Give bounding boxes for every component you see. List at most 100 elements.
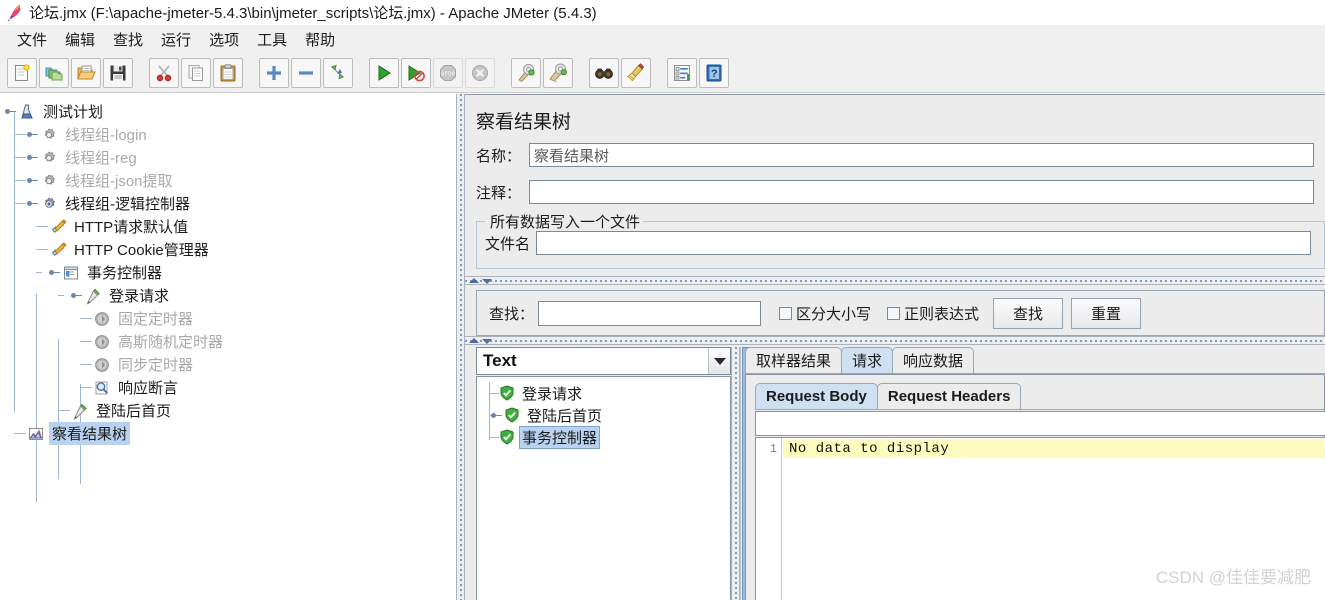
chevron-down-icon[interactable] xyxy=(482,279,492,284)
config-element-icon xyxy=(49,218,67,236)
lower-horizontal-splitter[interactable] xyxy=(465,336,1325,345)
tree-node-http-cookie-manager[interactable]: HTTP Cookie管理器 xyxy=(0,238,456,261)
case-sensitive-option[interactable]: 区分大小写 xyxy=(779,303,871,324)
menu-run[interactable]: 运行 xyxy=(152,27,200,52)
search-reset-icon[interactable] xyxy=(621,57,651,88)
save-icon[interactable] xyxy=(103,57,133,88)
tab-request[interactable]: 请求 xyxy=(841,347,894,373)
name-input[interactable] xyxy=(529,143,1315,167)
splitter-collapse-arrows[interactable] xyxy=(469,277,492,284)
subtab-request-body[interactable]: Request Body xyxy=(755,383,878,409)
result-node-transaction-controller[interactable]: 事务控制器 xyxy=(477,425,730,449)
search-icon[interactable] xyxy=(589,57,619,88)
tree-node-home-after-login[interactable]: 登陆后首页 xyxy=(0,399,456,422)
menu-bar: 文件 编辑 查找 运行 选项 工具 帮助 xyxy=(0,25,1325,53)
subtab-request-headers[interactable]: Request Headers xyxy=(876,383,1022,409)
splitter-collapse-arrows-2[interactable] xyxy=(469,337,492,344)
expand-handle[interactable] xyxy=(491,410,502,421)
tree-node-test-plan[interactable]: 测试计划 xyxy=(0,100,456,123)
expand-handle[interactable] xyxy=(27,198,38,209)
tab-sampler-result[interactable]: 取样器结果 xyxy=(745,347,843,373)
case-sensitive-checkbox[interactable] xyxy=(779,306,793,320)
open-icon[interactable] xyxy=(71,57,101,88)
reset-button[interactable]: 重置 xyxy=(1071,297,1142,329)
menu-file[interactable]: 文件 xyxy=(8,27,56,52)
renderer-selected-value: Text xyxy=(483,351,517,370)
tree-node-transaction-controller[interactable]: 事务控制器 xyxy=(0,261,456,284)
expand-handle[interactable] xyxy=(27,129,38,140)
tree-node-thread-group-logic[interactable]: 线程组-逻辑控制器 xyxy=(0,192,456,215)
code-line-text: No data to display xyxy=(789,440,950,457)
menu-edit[interactable]: 编辑 xyxy=(56,27,104,52)
search-input[interactable] xyxy=(538,300,762,326)
request-search-field[interactable] xyxy=(755,411,1325,436)
renderer-select[interactable]: Text xyxy=(476,347,731,375)
tree-node-login-request[interactable]: 登录请求 xyxy=(0,284,456,307)
line-number: 1 xyxy=(769,442,777,456)
tree-node-view-results-tree[interactable]: 察看结果树 xyxy=(0,422,456,445)
test-plan-tree[interactable]: 测试计划 线程组-login 线程组-reg 线程组-json提取 线程组-逻辑… xyxy=(0,94,456,502)
templates-icon[interactable] xyxy=(39,57,69,88)
copy-icon[interactable] xyxy=(181,57,211,88)
test-plan-tree-pane[interactable]: 测试计划 线程组-login 线程组-reg 线程组-json提取 线程组-逻辑… xyxy=(0,94,456,600)
menu-options[interactable]: 选项 xyxy=(200,27,248,52)
filename-input[interactable] xyxy=(536,231,1312,255)
paste-icon[interactable] xyxy=(213,57,243,88)
tree-node-gaussian-timer[interactable]: 高斯随机定时器 xyxy=(0,330,456,353)
tree-node-label: HTTP Cookie管理器 xyxy=(74,242,209,259)
expand-handle[interactable] xyxy=(71,290,82,301)
chevron-down-icon[interactable] xyxy=(708,348,730,374)
cut-icon[interactable] xyxy=(149,57,179,88)
expand-handle[interactable] xyxy=(5,106,16,117)
comment-input[interactable] xyxy=(529,180,1315,204)
new-icon[interactable] xyxy=(7,57,37,88)
tree-node-thread-group-reg[interactable]: 线程组-reg xyxy=(0,146,456,169)
result-node-label: 登录请求 xyxy=(522,385,583,403)
regex-checkbox[interactable] xyxy=(887,306,901,320)
find-button[interactable]: 查找 xyxy=(993,297,1064,329)
results-tree[interactable]: 登录请求 登陆后首页 事务控制器 xyxy=(476,376,731,600)
expand-handle[interactable] xyxy=(27,152,38,163)
success-icon xyxy=(499,385,515,401)
menu-search[interactable]: 查找 xyxy=(104,27,152,52)
expand-handle[interactable] xyxy=(49,267,60,278)
chevron-up-icon[interactable] xyxy=(469,338,479,343)
tree-node-http-defaults[interactable]: HTTP请求默认值 xyxy=(0,215,456,238)
search-label: 查找： xyxy=(489,305,535,323)
tree-node-thread-group-login[interactable]: 线程组-login xyxy=(0,123,456,146)
expand-handle[interactable] xyxy=(27,175,38,186)
chevron-down-icon[interactable] xyxy=(482,339,492,344)
collapse-icon[interactable] xyxy=(291,57,321,88)
tree-node-label: 固定定时器 xyxy=(118,311,194,328)
tree-node-sync-timer[interactable]: 同步定时器 xyxy=(0,353,456,376)
name-label: 名称： xyxy=(476,147,522,165)
tree-node-label: 线程组-json提取 xyxy=(65,173,173,190)
clear-icon[interactable] xyxy=(511,57,541,88)
tree-node-label: 登录请求 xyxy=(109,288,170,305)
start-no-pauses-icon[interactable] xyxy=(401,57,431,88)
assertion-icon xyxy=(93,379,111,397)
chevron-up-icon[interactable] xyxy=(469,278,479,283)
write-all-data-group-title: 所有数据写入一个文件 xyxy=(487,211,644,232)
result-node-login-request[interactable]: 登录请求 xyxy=(477,382,730,404)
main-splitter[interactable] xyxy=(456,94,465,600)
tree-node-response-assertion[interactable]: 响应断言 xyxy=(0,376,456,399)
start-icon[interactable] xyxy=(369,57,399,88)
upper-horizontal-splitter[interactable] xyxy=(465,276,1325,285)
results-detail-splitter[interactable] xyxy=(731,347,740,600)
tab-response-data[interactable]: 响应数据 xyxy=(892,347,975,373)
function-helper-icon[interactable] xyxy=(667,57,697,88)
menu-help[interactable]: 帮助 xyxy=(296,27,344,52)
svg-text:?: ? xyxy=(711,68,718,80)
tree-node-thread-group-json[interactable]: 线程组-json提取 xyxy=(0,169,456,192)
result-node-home-after-login[interactable]: 登陆后首页 xyxy=(477,404,730,426)
help-icon[interactable]: ? xyxy=(699,57,729,88)
toggle-icon[interactable] xyxy=(323,57,353,88)
clear-all-icon[interactable] xyxy=(543,57,573,88)
menu-tools[interactable]: 工具 xyxy=(248,27,296,52)
regex-option[interactable]: 正则表达式 xyxy=(887,303,979,324)
expand-icon[interactable] xyxy=(259,57,289,88)
test-plan-icon xyxy=(18,103,36,121)
comment-label: 注释： xyxy=(476,184,522,202)
tree-node-constant-timer[interactable]: 固定定时器 xyxy=(0,307,456,330)
